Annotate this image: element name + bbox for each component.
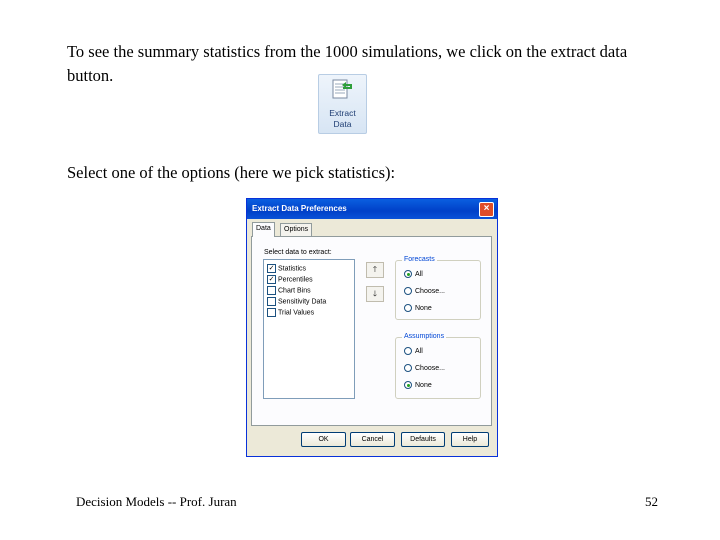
cancel-button[interactable]: Cancel — [350, 432, 395, 447]
extract-data-preferences-dialog: Extract Data Preferences × Data Options … — [246, 198, 498, 457]
forecasts-radio-choose[interactable]: Choose... — [404, 287, 445, 295]
list-item-sensitivity-data[interactable]: Sensitivity Data — [267, 297, 326, 307]
extract-data-icon — [332, 79, 352, 99]
list-item-label: Sensitivity Data — [278, 298, 327, 306]
select-data-label: Select data to extract: — [264, 249, 332, 256]
close-icon[interactable]: × — [479, 202, 494, 217]
instruction-paragraph-1: To see the summary statistics from the 1… — [67, 42, 628, 85]
help-button[interactable]: Help — [451, 432, 489, 447]
radio-icon — [404, 270, 412, 278]
checkbox-sensitivity-data[interactable] — [267, 297, 276, 306]
list-item-label: Statistics — [278, 265, 307, 273]
radio-icon — [404, 364, 412, 372]
radio-label: None — [415, 381, 432, 389]
move-up-icon[interactable]: 🡑 — [366, 262, 384, 278]
assumptions-radio-choose[interactable]: Choose... — [404, 364, 445, 372]
assumptions-radio-none[interactable]: None — [404, 381, 432, 389]
radio-icon — [404, 304, 412, 312]
data-options-list[interactable]: ✓ Statistics ✓ Percentiles Chart Bins Sens… — [263, 259, 355, 399]
list-item-chart-bins[interactable]: Chart Bins — [267, 286, 311, 296]
radio-label: All — [415, 347, 423, 355]
page-number: 52 — [645, 494, 658, 509]
assumptions-group: Assumptions All Choose... None — [395, 333, 481, 399]
dialog-title: Extract Data Preferences — [252, 204, 347, 213]
radio-icon — [404, 347, 412, 355]
forecasts-group-label: Forecasts — [402, 256, 437, 263]
forecasts-group: Forecasts All Choose... None — [395, 256, 481, 320]
tab-data-label: Data — [256, 225, 271, 232]
extract-button-label-line1: Extract — [329, 108, 356, 118]
list-item-trial-values[interactable]: Trial Values — [267, 308, 314, 318]
move-down-icon[interactable]: 🡓 — [366, 286, 384, 302]
tab-data[interactable]: Data — [252, 222, 275, 237]
radio-icon — [404, 381, 412, 389]
ok-button[interactable]: OK — [301, 432, 346, 447]
radio-icon — [404, 287, 412, 295]
tab-options[interactable]: Options — [280, 223, 313, 237]
checkbox-statistics[interactable]: ✓ — [267, 264, 276, 273]
extract-data-button[interactable]: Extract Data — [318, 74, 367, 134]
list-item-percentiles[interactable]: ✓ Percentiles — [267, 275, 313, 285]
footer-course-label: Decision Models -- Prof. Juran — [76, 494, 237, 509]
tab-options-label: Options — [284, 226, 309, 233]
defaults-button[interactable]: Defaults — [401, 432, 445, 447]
checkbox-trial-values[interactable] — [267, 308, 276, 317]
radio-label: All — [415, 270, 423, 278]
list-item-statistics[interactable]: ✓ Statistics — [267, 264, 306, 274]
list-item-label: Percentiles — [278, 276, 313, 284]
radio-label: Choose... — [415, 364, 445, 372]
radio-label: None — [415, 304, 432, 312]
assumptions-group-label: Assumptions — [402, 333, 447, 340]
list-item-label: Trial Values — [278, 309, 315, 317]
list-item-label: Chart Bins — [278, 287, 311, 295]
assumptions-radio-all[interactable]: All — [404, 347, 423, 355]
checkbox-chart-bins[interactable] — [267, 286, 276, 295]
extract-button-label-line2: Data — [333, 119, 352, 129]
dialog-title-bar[interactable]: Extract Data Preferences × — [247, 199, 497, 219]
forecasts-radio-none[interactable]: None — [404, 304, 432, 312]
forecasts-radio-all[interactable]: All — [404, 270, 423, 278]
instruction-paragraph-2: Select one of the options (here we pick … — [67, 163, 396, 182]
checkbox-percentiles[interactable]: ✓ — [267, 275, 276, 284]
radio-label: Choose... — [415, 287, 445, 295]
